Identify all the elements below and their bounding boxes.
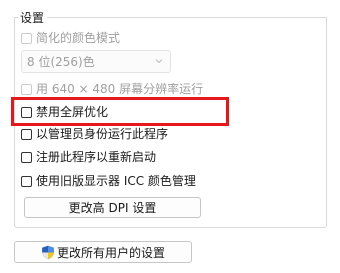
change-settings-all-users-button[interactable]: 更改所有用户的设置 (14, 241, 192, 263)
legacy-icc-checkbox[interactable] (21, 175, 32, 187)
register-restart-checkbox[interactable] (21, 151, 32, 163)
settings-group-title: 设置 (20, 11, 45, 25)
run-as-admin-checkbox[interactable] (21, 128, 32, 140)
highlight-box (11, 97, 229, 126)
run-as-admin-option[interactable]: 以管理员身份运行此程序 (21, 125, 168, 143)
register-restart-option[interactable]: 注册此程序以重新启动 (21, 148, 156, 166)
chevron-down-icon (155, 59, 163, 64)
run-640x480-option: 用 640 × 480 屏幕分辨率运行 (21, 80, 203, 98)
color-mode-select: 8 位(256)色 (21, 50, 171, 73)
color-mode-select-value: 8 位(256)色 (27, 55, 95, 69)
change-high-dpi-settings-label: 更改高 DPI 设置 (68, 201, 157, 215)
uac-shield-icon (42, 245, 54, 259)
change-high-dpi-settings-button[interactable]: 更改高 DPI 设置 (24, 197, 201, 218)
run-as-admin-label[interactable]: 以管理员身份运行此程序 (36, 125, 168, 143)
register-restart-label[interactable]: 注册此程序以重新启动 (36, 148, 156, 166)
reduced-color-mode-option: 简化的颜色模式 (21, 29, 120, 47)
reduced-color-mode-label: 简化的颜色模式 (36, 31, 121, 45)
run-640x480-checkbox (21, 83, 32, 95)
run-640x480-label: 用 640 × 480 屏幕分辨率运行 (36, 82, 204, 96)
reduced-color-mode-checkbox (21, 32, 32, 44)
change-settings-all-users-label: 更改所有用户的设置 (56, 245, 165, 260)
legacy-icc-label[interactable]: 使用旧版显示器 ICC 颜色管理 (36, 172, 196, 190)
legacy-icc-option[interactable]: 使用旧版显示器 ICC 颜色管理 (21, 172, 196, 190)
